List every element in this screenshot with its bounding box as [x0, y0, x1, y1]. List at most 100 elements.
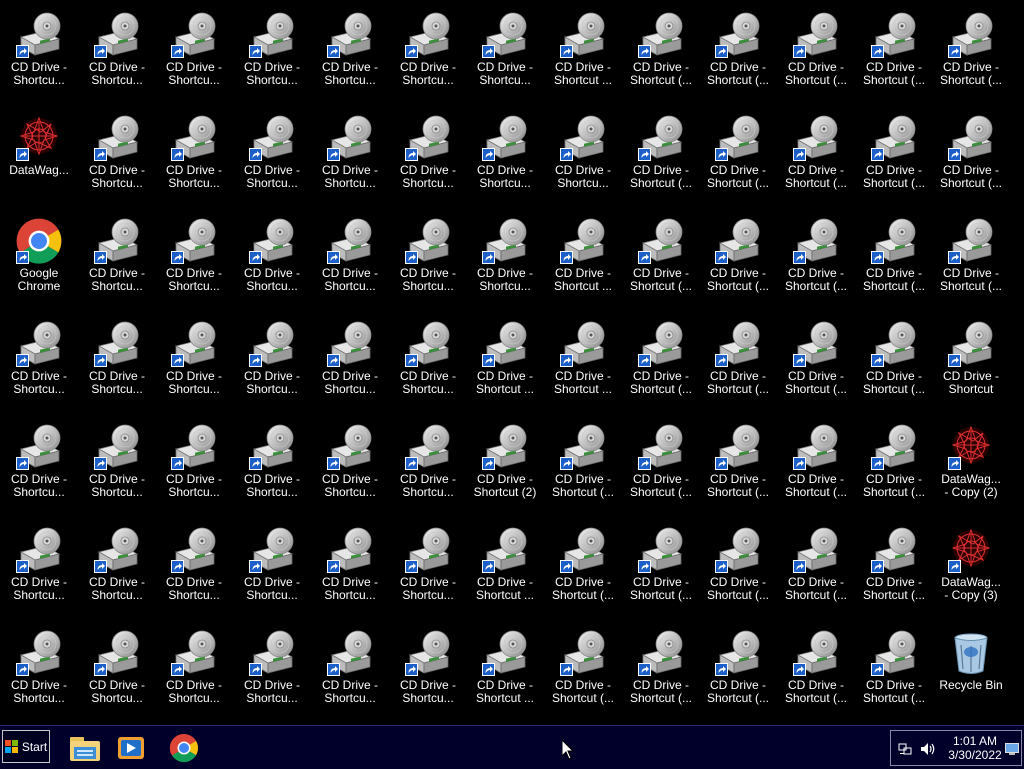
desktop-icon[interactable]: Recycle Bin	[934, 621, 1008, 717]
desktop-icon[interactable]: CD Drive - Shortcu...	[313, 3, 387, 99]
clock[interactable]: 1:01 AM 3/30/2022	[941, 734, 1009, 762]
desktop-icon[interactable]: CD Drive - Shortcut (...	[857, 209, 931, 305]
desktop-icon[interactable]: CD Drive - Shortcut (...	[779, 621, 853, 717]
desktop-icon[interactable]: CD Drive - Shortcu...	[468, 106, 542, 202]
desktop-icon[interactable]: CD Drive - Shortcu...	[2, 621, 76, 717]
desktop-icon[interactable]: CD Drive - Shortcut (...	[546, 518, 620, 614]
desktop-icon[interactable]: CD Drive - Shortcu...	[80, 3, 154, 99]
desktop-icon[interactable]: CD Drive - Shortcut (...	[779, 209, 853, 305]
network-icon[interactable]	[898, 742, 912, 756]
desktop-icon[interactable]: CD Drive - Shortcu...	[391, 209, 465, 305]
desktop-icon[interactable]: CD Drive - Shortcut (...	[701, 209, 775, 305]
desktop-icon[interactable]: CD Drive - Shortcu...	[546, 106, 620, 202]
desktop-icon[interactable]: CD Drive - Shortcu...	[2, 312, 76, 408]
taskbar-file-explorer[interactable]	[67, 730, 103, 766]
desktop-icon[interactable]: CD Drive - Shortcu...	[313, 209, 387, 305]
desktop-icon-image	[947, 320, 995, 368]
desktop-icon[interactable]: DataWag... - Copy (2)	[934, 415, 1008, 511]
desktop-icon[interactable]: CD Drive - Shortcut (...	[779, 312, 853, 408]
desktop-icon[interactable]: CD Drive - Shortcu...	[468, 209, 542, 305]
desktop-icon[interactable]: CD Drive - Shortcu...	[2, 518, 76, 614]
desktop-icon[interactable]: CD Drive - Shortcu...	[157, 621, 231, 717]
desktop-icon[interactable]: CD Drive - Shortcut (...	[779, 3, 853, 99]
desktop-icon[interactable]: CD Drive - Shortcu...	[468, 3, 542, 99]
desktop-icon[interactable]: DataWag...	[2, 106, 76, 202]
volume-icon[interactable]	[920, 742, 936, 756]
desktop-icon[interactable]: CD Drive - Shortcut (...	[624, 415, 698, 511]
desktop-icon[interactable]: CD Drive - Shortcu...	[391, 415, 465, 511]
desktop-icon[interactable]: CD Drive - Shortcut (...	[779, 106, 853, 202]
desktop-icon[interactable]: CD Drive - Shortcut (...	[701, 106, 775, 202]
desktop-icon[interactable]: Google Chrome	[2, 209, 76, 305]
desktop-icon[interactable]: CD Drive - Shortcut (...	[857, 415, 931, 511]
desktop-icon[interactable]: CD Drive - Shortcu...	[313, 518, 387, 614]
desktop-icon[interactable]: CD Drive - Shortcu...	[2, 415, 76, 511]
desktop-icon[interactable]: CD Drive - Shortcu...	[157, 209, 231, 305]
desktop-icon[interactable]: CD Drive - Shortcu...	[313, 312, 387, 408]
desktop-icon[interactable]: CD Drive - Shortcu...	[157, 3, 231, 99]
desktop-icon[interactable]: CD Drive - Shortcut ...	[468, 518, 542, 614]
desktop-icon[interactable]: CD Drive - Shortcu...	[391, 106, 465, 202]
desktop-icon[interactable]: CD Drive - Shortcu...	[235, 415, 309, 511]
desktop-icon[interactable]: CD Drive - Shortcu...	[391, 312, 465, 408]
desktop-icon[interactable]: CD Drive - Shortcu...	[235, 3, 309, 99]
start-button[interactable]: Start	[2, 730, 50, 763]
desktop-icon[interactable]: CD Drive - Shortcut (...	[857, 621, 931, 717]
desktop-icon[interactable]: CD Drive - Shortcu...	[235, 209, 309, 305]
desktop-icon[interactable]: CD Drive - Shortcut (...	[624, 518, 698, 614]
desktop-icon[interactable]: CD Drive - Shortcu...	[80, 106, 154, 202]
desktop-icon[interactable]: CD Drive - Shortcut ...	[546, 209, 620, 305]
desktop-icon[interactable]: CD Drive - Shortcu...	[391, 518, 465, 614]
desktop-icon[interactable]: DataWag... - Copy (3)	[934, 518, 1008, 614]
desktop-icon[interactable]: CD Drive - Shortcut (...	[779, 518, 853, 614]
desktop-icon[interactable]: CD Drive - Shortcut (...	[624, 312, 698, 408]
desktop-icon[interactable]: CD Drive - Shortcu...	[391, 621, 465, 717]
desktop-icon[interactable]: CD Drive - Shortcu...	[157, 312, 231, 408]
desktop-icon[interactable]: CD Drive - Shortcu...	[157, 518, 231, 614]
desktop-icon[interactable]: CD Drive - Shortcut (...	[934, 209, 1008, 305]
desktop-icon[interactable]: CD Drive - Shortcut (...	[857, 106, 931, 202]
desktop-icon[interactable]: CD Drive - Shortcut (...	[624, 209, 698, 305]
desktop-icon[interactable]: CD Drive - Shortcut (...	[857, 518, 931, 614]
desktop-icon[interactable]: CD Drive - Shortcut (2)	[468, 415, 542, 511]
desktop-icon[interactable]: CD Drive - Shortcu...	[235, 621, 309, 717]
desktop-icon[interactable]: CD Drive - Shortcu...	[313, 621, 387, 717]
desktop-icon[interactable]: CD Drive - Shortcut (...	[624, 3, 698, 99]
show-desktop-icon[interactable]	[1005, 743, 1019, 755]
desktop-icon[interactable]: CD Drive - Shortcu...	[80, 415, 154, 511]
desktop-icon[interactable]: CD Drive - Shortcut ...	[468, 312, 542, 408]
desktop-icon[interactable]: CD Drive - Shortcut (...	[546, 621, 620, 717]
desktop-icon[interactable]: CD Drive - Shortcut (...	[934, 3, 1008, 99]
desktop-icon[interactable]: CD Drive - Shortcu...	[157, 415, 231, 511]
desktop-icon[interactable]: CD Drive - Shortcu...	[235, 518, 309, 614]
desktop-icon[interactable]: CD Drive - Shortcut (...	[857, 312, 931, 408]
desktop-icon[interactable]: CD Drive - Shortcut (...	[701, 621, 775, 717]
desktop-icon[interactable]: CD Drive - Shortcut (...	[779, 415, 853, 511]
desktop-icon[interactable]: CD Drive - Shortcu...	[80, 209, 154, 305]
desktop-icon[interactable]: CD Drive - Shortcut (...	[701, 415, 775, 511]
desktop-icon[interactable]: CD Drive - Shortcut (...	[624, 621, 698, 717]
desktop-icon[interactable]: CD Drive - Shortcut ...	[546, 312, 620, 408]
desktop-icon[interactable]: CD Drive - Shortcut (...	[934, 106, 1008, 202]
desktop-icon[interactable]: CD Drive - Shortcut ...	[468, 621, 542, 717]
desktop-icon[interactable]: CD Drive - Shortcu...	[80, 312, 154, 408]
desktop-icon[interactable]: CD Drive - Shortcu...	[2, 3, 76, 99]
desktop-icon[interactable]: CD Drive - Shortcut	[934, 312, 1008, 408]
desktop-icon[interactable]: CD Drive - Shortcu...	[313, 415, 387, 511]
desktop-icon[interactable]: CD Drive - Shortcu...	[80, 518, 154, 614]
taskbar-media-player[interactable]	[113, 730, 149, 766]
desktop-icon[interactable]: CD Drive - Shortcut (...	[701, 312, 775, 408]
desktop-icon[interactable]: CD Drive - Shortcu...	[391, 3, 465, 99]
desktop-icon[interactable]: CD Drive - Shortcut (...	[546, 415, 620, 511]
desktop-icon[interactable]: CD Drive - Shortcu...	[157, 106, 231, 202]
desktop-icon[interactable]: CD Drive - Shortcut (...	[624, 106, 698, 202]
desktop-icon[interactable]: CD Drive - Shortcut (...	[701, 3, 775, 99]
desktop-icon[interactable]: CD Drive - Shortcu...	[80, 621, 154, 717]
desktop-icon[interactable]: CD Drive - Shortcut (...	[701, 518, 775, 614]
desktop-icon[interactable]: CD Drive - Shortcut (...	[857, 3, 931, 99]
desktop-icon[interactable]: CD Drive - Shortcu...	[313, 106, 387, 202]
taskbar-chrome[interactable]	[166, 730, 202, 766]
desktop-icon[interactable]: CD Drive - Shortcu...	[235, 106, 309, 202]
desktop-icon[interactable]: CD Drive - Shortcut ...	[546, 3, 620, 99]
desktop-icon[interactable]: CD Drive - Shortcu...	[235, 312, 309, 408]
